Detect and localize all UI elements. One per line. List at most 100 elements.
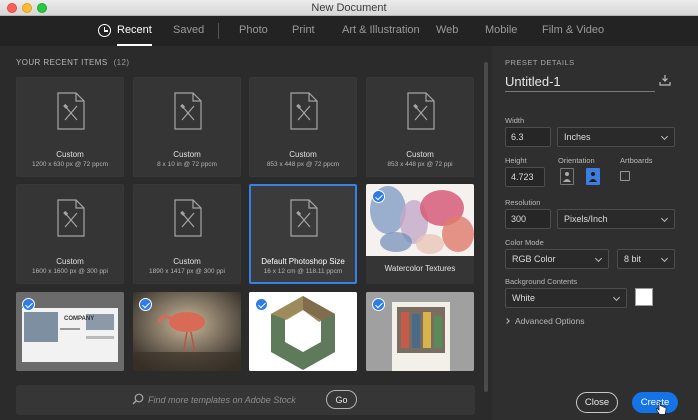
- window-titlebar: New Document: [0, 0, 698, 16]
- template-check-icon: [139, 298, 152, 311]
- portrait-icon: [563, 172, 571, 182]
- preset-details-panel: PRESET DETAILS Untitled-1 Width 6.3 Inch…: [492, 46, 698, 420]
- item-name: Custom: [289, 150, 317, 159]
- artboards-label: Artboards: [620, 156, 653, 165]
- document-icon: [174, 92, 202, 130]
- clock-icon: [98, 24, 111, 37]
- template-card-company[interactable]: COMPANY: [16, 292, 124, 371]
- item-name: Custom: [173, 150, 201, 159]
- template-name: Watercolor Textures: [366, 256, 474, 284]
- chevron-down-icon: [660, 254, 669, 263]
- chevron-down-icon: [594, 254, 603, 263]
- advanced-options-toggle[interactable]: Advanced Options: [504, 316, 585, 326]
- template-check-icon: [255, 298, 268, 311]
- document-icon: [57, 199, 85, 237]
- item-dimensions: 1200 x 630 px @ 72 ppcm: [32, 161, 108, 168]
- tab-label: Web: [436, 24, 459, 36]
- item-dimensions: 8 x 10 in @ 72 ppcm: [157, 161, 217, 168]
- item-name: Custom: [56, 150, 84, 159]
- template-check-icon: [372, 190, 385, 203]
- template-card-polaroid[interactable]: [366, 292, 474, 371]
- recent-item-card-selected[interactable]: Default Photoshop Size 16 x 12 cm @ 118.…: [249, 184, 357, 284]
- save-preset-icon[interactable]: [659, 74, 671, 86]
- document-icon: [407, 92, 435, 130]
- recent-item-card[interactable]: Custom 1200 x 630 px @ 72 ppcm: [16, 77, 124, 177]
- orientation-label: Orientation: [558, 156, 595, 165]
- resolution-input[interactable]: 300: [505, 209, 551, 229]
- template-card-hexagon[interactable]: [249, 292, 357, 371]
- recent-item-card[interactable]: Custom 853 x 448 px @ 72 ppi: [366, 77, 474, 177]
- search-icon: [132, 393, 144, 405]
- tab-divider: [218, 23, 219, 39]
- recent-item-card[interactable]: Custom 1890 x 1417 px @ 300 ppi: [133, 184, 241, 284]
- recent-item-card[interactable]: Custom 853 x 448 px @ 72 ppcm: [249, 77, 357, 177]
- tab-film-video[interactable]: Film & Video: [542, 16, 604, 46]
- tab-label: Print: [292, 24, 315, 36]
- width-input[interactable]: 6.3: [505, 127, 551, 147]
- resolution-unit-select[interactable]: Pixels/Inch: [557, 209, 675, 229]
- chevron-down-icon: [660, 214, 669, 223]
- tab-web[interactable]: Web: [436, 16, 458, 46]
- height-label: Height: [505, 156, 527, 165]
- background-contents-label: Background Contents: [505, 277, 578, 286]
- document-icon: [290, 92, 318, 130]
- landscape-orientation-button[interactable]: [586, 168, 600, 185]
- tab-art-illustration[interactable]: Art & Illustration: [342, 16, 420, 46]
- template-card-flamingo[interactable]: [133, 292, 241, 371]
- item-name: Custom: [56, 257, 84, 266]
- width-unit-select[interactable]: Inches: [557, 127, 675, 147]
- stock-search-bar: Go: [16, 385, 475, 415]
- stock-search-input[interactable]: [148, 392, 328, 408]
- landscape-icon: [589, 172, 597, 182]
- preset-details-title: PRESET DETAILS: [505, 58, 575, 67]
- background-contents-select[interactable]: White: [505, 288, 627, 308]
- background-contents-value: White: [512, 293, 536, 303]
- color-mode-value: RGB Color: [512, 254, 556, 264]
- tab-photo[interactable]: Photo: [239, 16, 268, 46]
- recent-items-title: YOUR RECENT ITEMS: [16, 58, 108, 67]
- recent-item-card[interactable]: Custom 8 x 10 in @ 72 ppcm: [133, 77, 241, 177]
- tab-label: Recent: [117, 24, 152, 36]
- width-unit-value: Inches: [564, 132, 591, 142]
- recent-items-count: (12): [113, 58, 130, 67]
- tab-recent[interactable]: Recent: [117, 16, 152, 46]
- recent-items-panel: YOUR RECENT ITEMS (12) Custom 1200 x 630 …: [0, 46, 492, 420]
- item-dimensions: 853 x 448 px @ 72 ppcm: [266, 161, 340, 168]
- scrollbar[interactable]: [484, 62, 488, 392]
- tab-label: Saved: [173, 24, 205, 36]
- item-dimensions: 16 x 12 cm @ 118.11 ppcm: [263, 268, 343, 275]
- recent-items-heading: YOUR RECENT ITEMS (12): [16, 58, 129, 67]
- window-title: New Document: [311, 2, 387, 14]
- chevron-down-icon: [612, 293, 621, 302]
- portrait-orientation-button[interactable]: [560, 168, 574, 185]
- go-button[interactable]: Go: [326, 390, 357, 409]
- recent-item-card[interactable]: Custom 1600 x 1600 px @ 300 ppi: [16, 184, 124, 284]
- item-dimensions: 1600 x 1600 px @ 300 ppi: [32, 268, 108, 275]
- item-dimensions: 1890 x 1417 px @ 300 ppi: [149, 268, 225, 275]
- artboards-checkbox[interactable]: [620, 171, 630, 181]
- color-mode-select[interactable]: RGB Color: [505, 249, 609, 269]
- tab-print[interactable]: Print: [292, 16, 315, 46]
- tab-saved[interactable]: Saved: [173, 16, 204, 46]
- bit-depth-value: 8 bit: [624, 254, 642, 264]
- tab-label: Mobile: [485, 24, 518, 36]
- height-input[interactable]: 4.723: [505, 167, 545, 187]
- advanced-options-label: Advanced Options: [515, 316, 585, 326]
- template-check-icon: [22, 298, 35, 311]
- tab-label: Film & Video: [542, 24, 605, 36]
- tab-label: Photo: [239, 24, 268, 36]
- close-button[interactable]: Close: [576, 392, 618, 413]
- new-document-dialog: Recent Saved Photo Print Art & Illustrat…: [0, 16, 698, 420]
- bit-depth-select[interactable]: 8 bit: [617, 249, 675, 269]
- company-text: COMPANY: [64, 316, 95, 322]
- hand-cursor-icon: [656, 402, 667, 415]
- tab-mobile[interactable]: Mobile: [485, 16, 517, 46]
- document-name-input[interactable]: Untitled-1: [505, 74, 655, 92]
- width-label: Width: [505, 116, 525, 125]
- template-card-watercolor[interactable]: Watercolor Textures: [366, 184, 474, 284]
- document-icon: [174, 199, 202, 237]
- item-dimensions: 853 x 448 px @ 72 ppi: [387, 161, 453, 168]
- background-color-swatch[interactable]: [635, 288, 653, 306]
- item-name: Default Photoshop Size: [261, 257, 345, 266]
- resolution-label: Resolution: [505, 198, 541, 207]
